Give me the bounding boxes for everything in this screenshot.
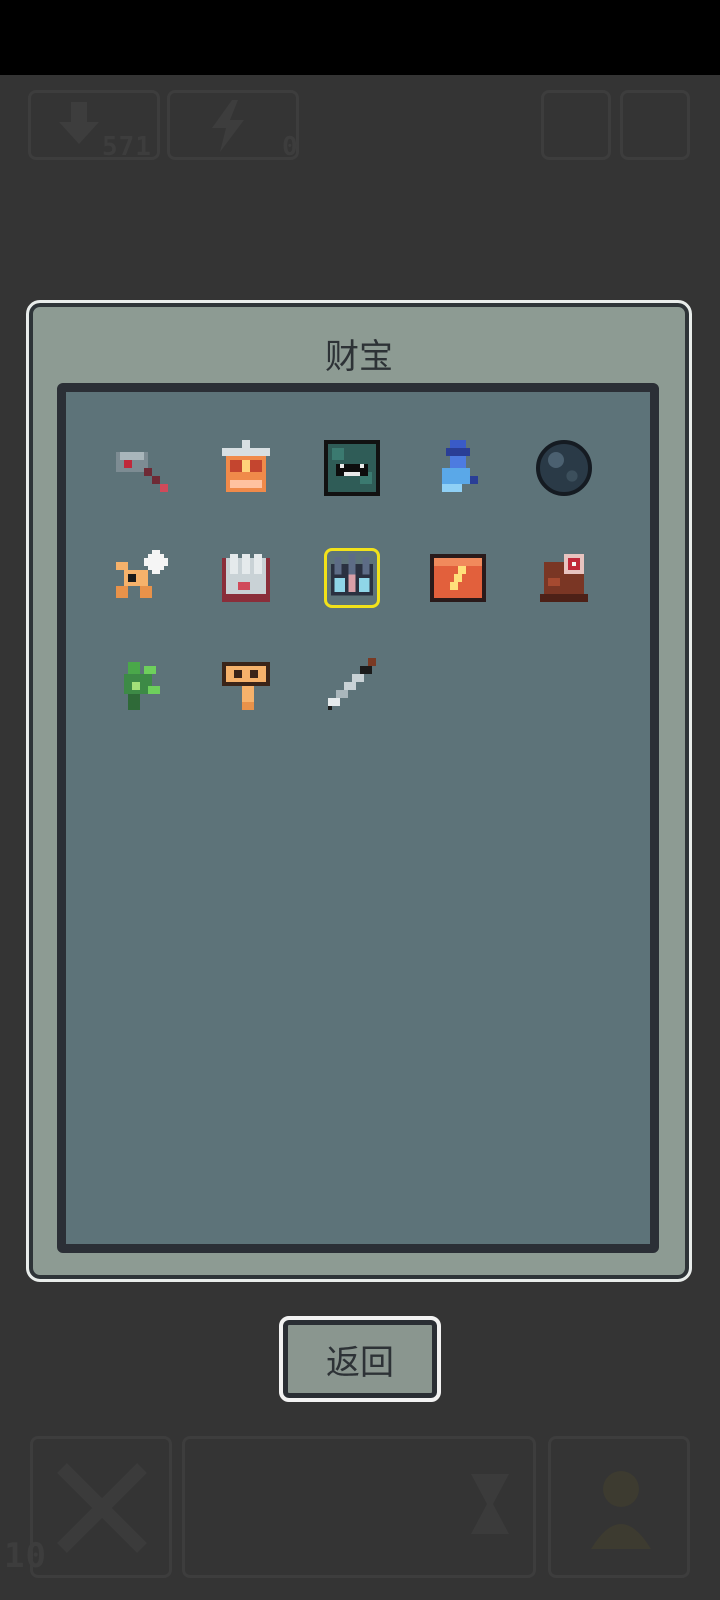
hourglass-icon (471, 1474, 509, 1534)
glove-icon (222, 554, 270, 602)
dark-orb-icon (536, 440, 592, 496)
treasure-lantern[interactable] (208, 430, 284, 506)
back-button-label: 返回 (326, 1342, 394, 1383)
treasure-lightning-chest[interactable] (420, 540, 496, 616)
downloads-count: 571 (102, 132, 152, 162)
bottom-left-box (30, 1436, 172, 1578)
panel-title: 财宝 (325, 337, 393, 377)
hammer-icon (116, 452, 168, 492)
player-icon (591, 1471, 651, 1549)
download-arrow-icon (59, 102, 99, 144)
hud-slot-1 (541, 90, 611, 160)
lightning-chest-icon (430, 554, 486, 602)
dagger-icon (328, 658, 376, 710)
treasure-glove[interactable] (208, 540, 284, 616)
bottom-right-box (548, 1436, 690, 1578)
treasure-grid (57, 383, 659, 1253)
hud-slot-2 (620, 90, 690, 160)
treasure-hammer[interactable] (102, 430, 178, 506)
treasure-dark-orb[interactable] (526, 430, 602, 506)
treasure-dagger[interactable] (314, 648, 390, 724)
key-icon (222, 662, 270, 710)
back-button[interactable]: 返回 (279, 1316, 441, 1402)
lightning-icon (212, 100, 244, 152)
treasure-key[interactable] (208, 648, 284, 724)
sprout-icon (124, 662, 160, 710)
treasure-crystal-crown[interactable] (314, 540, 390, 616)
lantern-icon (222, 440, 270, 492)
treasure-blue-rabbit[interactable] (420, 430, 496, 506)
totem-icon (540, 554, 588, 602)
treasure-dark-box[interactable] (314, 430, 390, 506)
cross-icon (57, 1463, 147, 1553)
energy-box (167, 90, 299, 160)
treasure-green-sprout[interactable] (102, 648, 178, 724)
spark-star-icon (116, 550, 168, 598)
treasure-spark-star[interactable] (102, 540, 178, 616)
treasure-panel: 财宝 (26, 300, 692, 1282)
energy-count: 0 (282, 132, 299, 162)
blue-rabbit-icon (442, 440, 478, 492)
level-number: 10 (4, 1536, 47, 1576)
treasure-brown-totem[interactable] (526, 540, 602, 616)
monster-box-icon (324, 440, 380, 496)
crystal-crown-icon (331, 553, 373, 596)
status-bar (0, 0, 720, 75)
